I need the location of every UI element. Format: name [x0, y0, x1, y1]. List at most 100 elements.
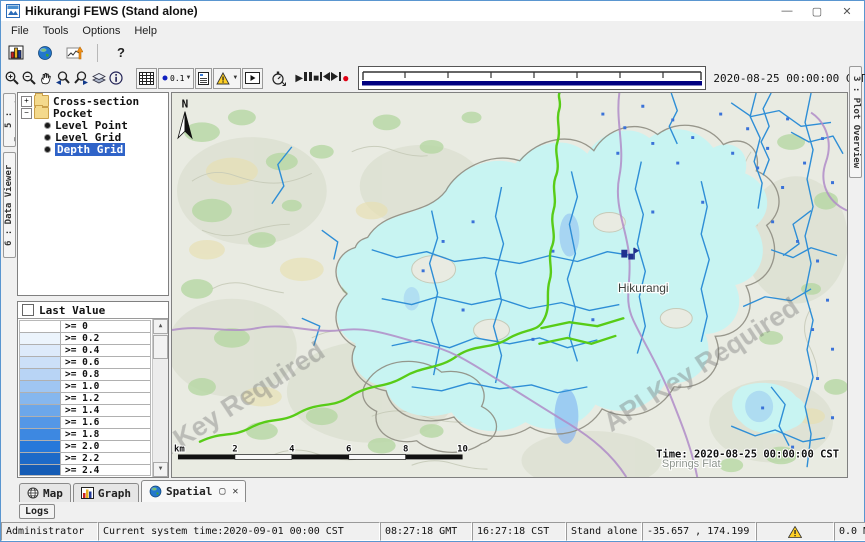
title-bar: Hikurangi FEWS (Stand alone) — ▢ ✕ — [1, 1, 864, 21]
status-user: Administrator — [1, 522, 98, 541]
main-toolbar: ? — [1, 40, 864, 65]
status-system-time: Current system time:2020-09-01 00:00 CST — [98, 522, 380, 541]
svg-text:2: 2 — [232, 445, 237, 455]
svg-text:N: N — [182, 98, 189, 111]
legend-scrollbar[interactable]: ▲ ▼ — [152, 319, 168, 477]
legend-row: >= 0.8 — [20, 369, 150, 381]
town-label: Hikurangi — [618, 281, 669, 295]
spatial-display-icon[interactable] — [34, 43, 56, 63]
help-button[interactable]: ? — [110, 43, 132, 63]
close-button[interactable]: ✕ — [832, 2, 862, 20]
expand-plus-icon[interactable]: + — [21, 96, 32, 107]
timeseries-display-icon[interactable] — [63, 43, 85, 63]
legend-row: >= 2.4 — [20, 465, 150, 476]
app-logo-icon — [6, 4, 20, 18]
legend-swatch — [20, 417, 61, 428]
tab-spatial[interactable]: Spatial ▢ ✕ — [141, 480, 246, 502]
legend-swatch — [20, 321, 61, 332]
tree-row[interactable]: + Cross-section — [21, 95, 168, 107]
svg-text:4: 4 — [289, 445, 294, 455]
tree-row[interactable]: Level Point — [21, 119, 168, 131]
legend-row: >= 1.4 — [20, 405, 150, 417]
scroll-down-icon[interactable]: ▼ — [153, 462, 168, 477]
last-step-button[interactable] — [331, 72, 341, 84]
menu-help[interactable]: Help — [127, 23, 164, 39]
legend-swatch — [20, 333, 61, 344]
current-timestep-label: 2020-08-25 00:00:00 CST — [713, 72, 865, 85]
svg-text:6: 6 — [346, 445, 351, 455]
contour-interval-dropdown[interactable]: 0.1 ▼ — [158, 68, 194, 89]
first-step-button[interactable] — [320, 72, 330, 84]
legend-swatch — [20, 453, 61, 464]
layers-icon[interactable] — [91, 68, 107, 88]
menu-options[interactable]: Options — [75, 23, 127, 39]
leaf-bullet-icon — [45, 135, 50, 140]
tab-forecast[interactable]: 5 : Forecast — [3, 93, 16, 147]
legend-row: >= 1.0 — [20, 381, 150, 393]
logs-button[interactable]: Logs — [19, 504, 55, 519]
grid-toggle-icon[interactable] — [136, 68, 157, 89]
tree-item-label-selected[interactable]: Depth Grid — [55, 143, 125, 156]
menu-tools[interactable]: Tools — [36, 23, 76, 39]
zoom-in-icon[interactable] — [4, 68, 20, 88]
contour-interval-value: 0.1 — [170, 74, 184, 83]
zoom-previous-icon[interactable] — [55, 68, 72, 88]
tab-restore-icon[interactable]: ▢ — [219, 486, 225, 497]
status-warning-cell[interactable] — [756, 522, 834, 541]
zoom-out-icon[interactable] — [21, 68, 37, 88]
legend-row: >= 1.6 — [20, 417, 150, 429]
tab-data-viewer[interactable]: 6 : Data Viewer — [3, 152, 16, 258]
scroll-up-icon[interactable]: ▲ — [153, 319, 168, 334]
layer-tree: + Cross-section − Pocket Level Point Lev… — [17, 92, 169, 296]
tab-close-icon[interactable]: ✕ — [232, 486, 238, 497]
last-value-label: Last Value — [39, 304, 105, 317]
movie-player-icon[interactable] — [242, 68, 263, 89]
svg-text:8: 8 — [403, 445, 408, 455]
animation-settings-icon[interactable] — [270, 68, 286, 88]
legend-row: >= 1.8 — [20, 429, 150, 441]
legend-swatch — [20, 369, 61, 380]
bar-chart-icon — [81, 487, 94, 499]
legend-table: >= 0 >= 0.2 >= 0.4 >= 0.6 >= 0.8 >= 1.0 … — [19, 320, 151, 476]
tree-row[interactable]: Depth Grid — [21, 143, 168, 155]
tab-plot-overview[interactable]: 3 : Plot Overview — [849, 66, 862, 178]
pan-hand-icon[interactable] — [38, 68, 54, 88]
logs-row: Logs — [1, 502, 864, 521]
map-canvas[interactable]: API Key Required API Key Required Hikura… — [171, 92, 848, 478]
minimize-button[interactable]: — — [772, 2, 802, 20]
zoom-next-icon[interactable] — [73, 68, 90, 88]
main-area: 5 : Forecast 6 : Data Viewer + Cross-sec… — [1, 91, 864, 479]
stop-button[interactable]: ■ — [313, 73, 319, 84]
info-icon[interactable] — [108, 68, 124, 88]
window-title: Hikurangi FEWS (Stand alone) — [25, 4, 198, 18]
map-svg: API Key Required API Key Required Hikura… — [172, 93, 847, 477]
tree-row[interactable]: Level Grid — [21, 131, 168, 143]
tab-graph[interactable]: Graph — [73, 483, 139, 502]
menu-file[interactable]: File — [4, 23, 36, 39]
legend-row: >= 2.2 — [20, 453, 150, 465]
database-display-icon[interactable] — [5, 43, 27, 63]
record-button[interactable]: ● — [342, 71, 349, 85]
scrollbar-thumb[interactable] — [153, 335, 168, 359]
warnings-dropdown[interactable]: ▼ — [213, 68, 241, 89]
play-button[interactable]: ▶ — [295, 73, 303, 84]
last-value-checkbox[interactable] — [22, 304, 34, 316]
pause-button[interactable] — [304, 72, 312, 84]
legend-swatch — [20, 381, 61, 392]
legend-swatch — [20, 405, 61, 416]
map-toolbar: 0.1 ▼ ▼ ▶ ■ ● — [1, 65, 864, 91]
timeline-slider[interactable] — [358, 66, 706, 90]
collapse-minus-icon[interactable]: − — [21, 108, 32, 119]
tab-map[interactable]: Map — [19, 483, 71, 502]
legend-swatch — [20, 429, 61, 440]
legend-panel-icon[interactable] — [195, 68, 212, 89]
menu-bar: File Tools Options Help — [1, 21, 864, 40]
status-bar: Administrator Current system time:2020-0… — [1, 522, 864, 541]
maximize-button[interactable]: ▢ — [802, 2, 832, 20]
tree-row[interactable]: − Pocket — [21, 107, 168, 119]
legend-swatch — [20, 441, 61, 452]
legend-row: >= 1.2 — [20, 393, 150, 405]
status-coordinates: -35.657 , 174.199 — [642, 522, 756, 541]
legend-swatch — [20, 393, 61, 404]
status-mode: Stand alone — [566, 522, 642, 541]
